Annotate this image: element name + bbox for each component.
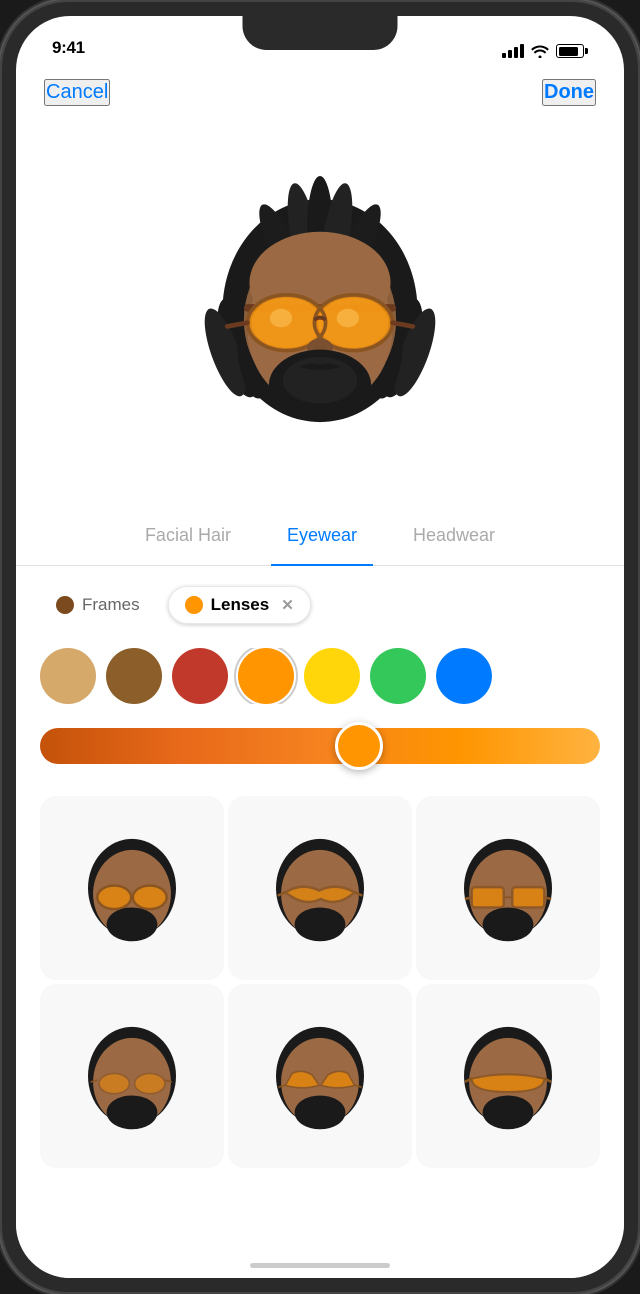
options-panel: Frames Lenses ✕ bbox=[16, 566, 624, 1278]
home-indicator[interactable] bbox=[250, 1263, 390, 1268]
swatch-yellow[interactable] bbox=[304, 648, 360, 704]
memoji-preview bbox=[190, 176, 450, 436]
lenses-close-icon[interactable]: ✕ bbox=[281, 596, 294, 614]
eyewear-style-5[interactable] bbox=[228, 984, 412, 1168]
eyewear-style-3[interactable] bbox=[416, 796, 600, 980]
swatch-green[interactable] bbox=[370, 648, 426, 704]
eyewear-style-2[interactable] bbox=[228, 796, 412, 980]
battery-icon bbox=[556, 44, 588, 58]
slider-thumb[interactable] bbox=[335, 722, 383, 770]
tab-bar: Facial Hair Eyewear Headwear bbox=[16, 506, 624, 566]
swatch-tan[interactable] bbox=[40, 648, 96, 704]
memoji-svg bbox=[190, 176, 450, 436]
tab-headwear[interactable]: Headwear bbox=[385, 506, 523, 566]
frames-dot bbox=[56, 596, 74, 614]
signal-icon bbox=[502, 44, 524, 58]
phone-screen: 9:41 bbox=[16, 16, 624, 1278]
color-slider[interactable] bbox=[40, 724, 600, 768]
filter-row: Frames Lenses ✕ bbox=[40, 586, 600, 624]
eyewear-style-4[interactable] bbox=[40, 984, 224, 1168]
swatch-brown[interactable] bbox=[106, 648, 162, 704]
tab-facial-hair[interactable]: Facial Hair bbox=[117, 506, 259, 566]
slider-track bbox=[40, 728, 600, 764]
eyewear-style-1[interactable] bbox=[40, 796, 224, 980]
signal-bar-3 bbox=[514, 47, 518, 58]
notch bbox=[243, 16, 398, 50]
signal-bar-2 bbox=[508, 50, 512, 58]
swatch-blue[interactable] bbox=[436, 648, 492, 704]
frames-filter-button[interactable]: Frames bbox=[40, 587, 156, 623]
signal-bar-1 bbox=[502, 53, 506, 58]
wifi-icon bbox=[531, 44, 549, 58]
done-button[interactable]: Done bbox=[542, 79, 596, 106]
nav-bar: Cancel Done bbox=[16, 66, 624, 118]
color-swatches-row bbox=[40, 648, 600, 704]
lenses-filter-button[interactable]: Lenses ✕ bbox=[168, 586, 311, 624]
lenses-dot bbox=[185, 596, 203, 614]
cancel-button[interactable]: Cancel bbox=[44, 79, 110, 106]
signal-bar-4 bbox=[520, 44, 524, 58]
phone-frame: 9:41 bbox=[0, 0, 640, 1294]
status-icons bbox=[502, 44, 588, 58]
tab-eyewear[interactable]: Eyewear bbox=[259, 506, 385, 566]
swatch-orange[interactable] bbox=[238, 648, 294, 704]
avatar-area bbox=[16, 116, 624, 496]
swatch-red[interactable] bbox=[172, 648, 228, 704]
status-time: 9:41 bbox=[52, 38, 85, 58]
eyewear-style-6[interactable] bbox=[416, 984, 600, 1168]
eyewear-style-grid bbox=[40, 796, 600, 1168]
